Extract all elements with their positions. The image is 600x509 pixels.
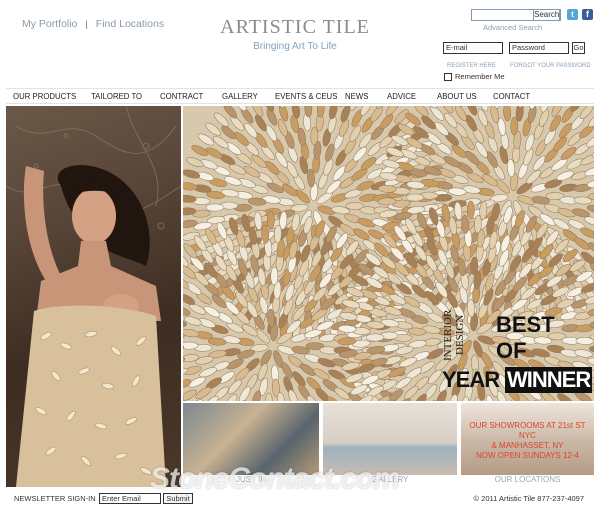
mosaic-leaf-tile [490,106,499,124]
brand[interactable]: ARTISTIC TILE Bringing Art To Life [205,16,385,52]
advanced-search-link[interactable]: Advanced Search [483,23,542,32]
mosaic-leaf-tile [205,122,221,136]
newsletter-label: NEWSLETTER SIGN-IN [14,494,96,503]
remember-me-label: Remember Me [455,72,505,81]
top-links: My Portfolio | Find Locations [22,18,164,30]
mosaic-leaf-tile [454,106,467,122]
showroom-line-3: NOW OPEN SUNDAYS 12-4 [476,451,579,460]
remember-me-checkbox[interactable] [444,72,452,81]
facebook-icon[interactable]: f [582,9,593,20]
page: My Portfolio | Find Locations ARTISTIC T… [0,0,600,509]
award-best: BEST [496,312,555,337]
best-of-year-award: INTERIOR DESIGN BEST OF YEAR WINNER [440,300,594,400]
nav-item-gallery[interactable]: GALLERY [222,92,258,101]
model-photo[interactable] [6,106,181,487]
my-portfolio-link[interactable]: My Portfolio [22,18,77,30]
nav-item-about-us[interactable]: ABOUT US [437,92,477,101]
nav-item-contract[interactable]: CONTRACT [160,92,203,101]
mosaic-leaf-tile [503,106,511,122]
mosaic-leaf-tile [257,363,268,381]
mosaic-leaf-tile [266,210,275,230]
mosaic-leaf-tile [183,169,201,179]
site-watermark: StoneContact.com [150,462,400,495]
email-field[interactable]: E-mail [443,42,503,54]
locations-caption[interactable]: OUR LOCATIONS [461,475,594,487]
nav-item-contact[interactable]: CONTACT [493,92,530,101]
award-year: YEAR [442,367,500,392]
mosaic-leaf-tile [205,203,225,212]
go-button[interactable]: Go [572,42,585,54]
link-separator: | [85,19,88,29]
mosaic-leaf-tile [264,392,273,401]
copyright: © 2011 Artistic Tile 877-237-4097 [473,494,584,503]
nav-item-events[interactable]: EVENTS & CEUS [275,92,337,101]
award-of: OF [496,338,527,363]
mosaic-leaf-tile [405,193,425,202]
mosaic-leaf-tile [183,341,199,350]
mosaic-leaf-tile [277,118,288,137]
showroom-promo[interactable]: OUR SHOWROOMS AT 21st ST NYC & MANHASSET… [461,421,594,461]
award-magazine-name: INTERIOR DESIGN [442,309,466,361]
model-illustration [6,106,181,487]
showroom-line-1: OUR SHOWROOMS AT 21st ST NYC [469,421,586,440]
mosaic-leaf-tile [195,386,212,400]
register-link[interactable]: REGISTER HERE [447,63,496,69]
nav-item-our-products[interactable]: OUR PRODUCTS [13,92,76,101]
brand-tagline: Bringing Art To Life [253,41,337,52]
remember-me[interactable]: Remember Me [444,72,505,81]
mosaic-leaf-tile [186,157,204,167]
mosaic-leaf-tile [197,133,215,146]
mosaic-leaf-tile [356,180,374,191]
nav-item-tailored-to[interactable]: TAILORED TO [91,92,142,101]
mosaic-leaf-tile [495,179,510,194]
mosaic-leaf-tile [329,106,338,120]
mosaic-leaf-tile [477,108,488,127]
mosaic-leaf-tile [370,106,383,122]
find-locations-link[interactable]: Find Locations [96,18,164,30]
mosaic-leaf-tile [466,200,475,220]
brand-title: ARTISTIC TILE [220,16,370,38]
twitter-icon[interactable]: t [567,9,578,20]
award-winner: WINNER [505,367,593,393]
mosaic-leaf-tile [365,333,385,342]
mosaic-leaf-tile [183,389,197,401]
mosaic-leaf-tile [377,184,397,193]
mosaic-leaf-tile [556,170,574,181]
nav-item-news[interactable]: NEWS [345,92,368,101]
showroom-line-2: & MANHASSET, NY [491,441,564,450]
mosaic-leaf-tile [379,172,398,181]
mosaic-leaf-tile [337,324,357,333]
mosaic-leaf-tile [212,136,229,149]
password-field[interactable]: Password [509,42,569,54]
search-button[interactable]: Search [533,9,560,21]
forgot-password-link[interactable]: FORGOT YOUR PASSWORD [510,63,591,69]
mosaic-leaf-tile [295,189,310,204]
main-nav: OUR PRODUCTS TAILORED TO CONTRACT GALLER… [6,88,594,104]
mosaic-leaf-tile [515,106,524,122]
nav-item-advice[interactable]: ADVICE [387,92,416,101]
